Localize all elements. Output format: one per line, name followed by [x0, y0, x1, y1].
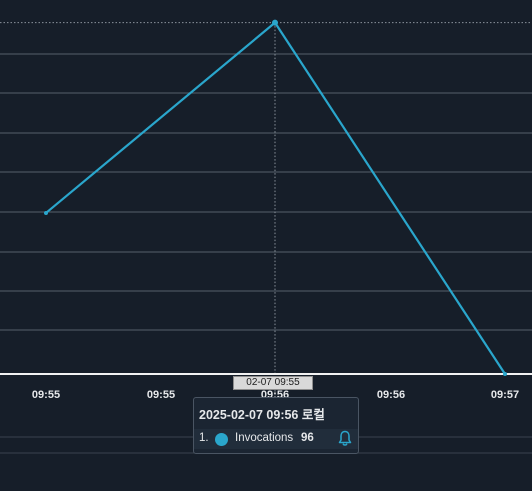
data-tooltip: 2025-02-07 09:56 로컬 1. Invocations 96	[193, 397, 359, 454]
tooltip-row: 1. Invocations 96	[194, 429, 358, 449]
reference-lines	[0, 22, 532, 410]
invocations-data-point	[44, 210, 48, 215]
chart-area: 09:55 09:55 09:56 09:56 09:57 02-07 09:55 20…	[0, 0, 532, 491]
tooltip-row-index: 1.	[199, 432, 209, 444]
cursor-x-label: 02-07 09:55	[233, 376, 313, 390]
tooltip-series-name: Invocations	[235, 432, 294, 444]
x-tick-label: 09:55	[32, 389, 60, 401]
x-tick-label: 09:56	[377, 389, 405, 401]
x-tick-label: 09:55	[147, 389, 175, 401]
tooltip-series-value: 96	[301, 432, 314, 444]
invocations-data-point	[503, 372, 507, 376]
x-tick-label: 09:57	[491, 389, 519, 401]
invocations-data-point	[272, 19, 278, 26]
bell-icon[interactable]	[337, 430, 353, 447]
series-color-swatch	[215, 433, 228, 446]
tooltip-title: 2025-02-07 09:56 로컬	[199, 408, 325, 422]
